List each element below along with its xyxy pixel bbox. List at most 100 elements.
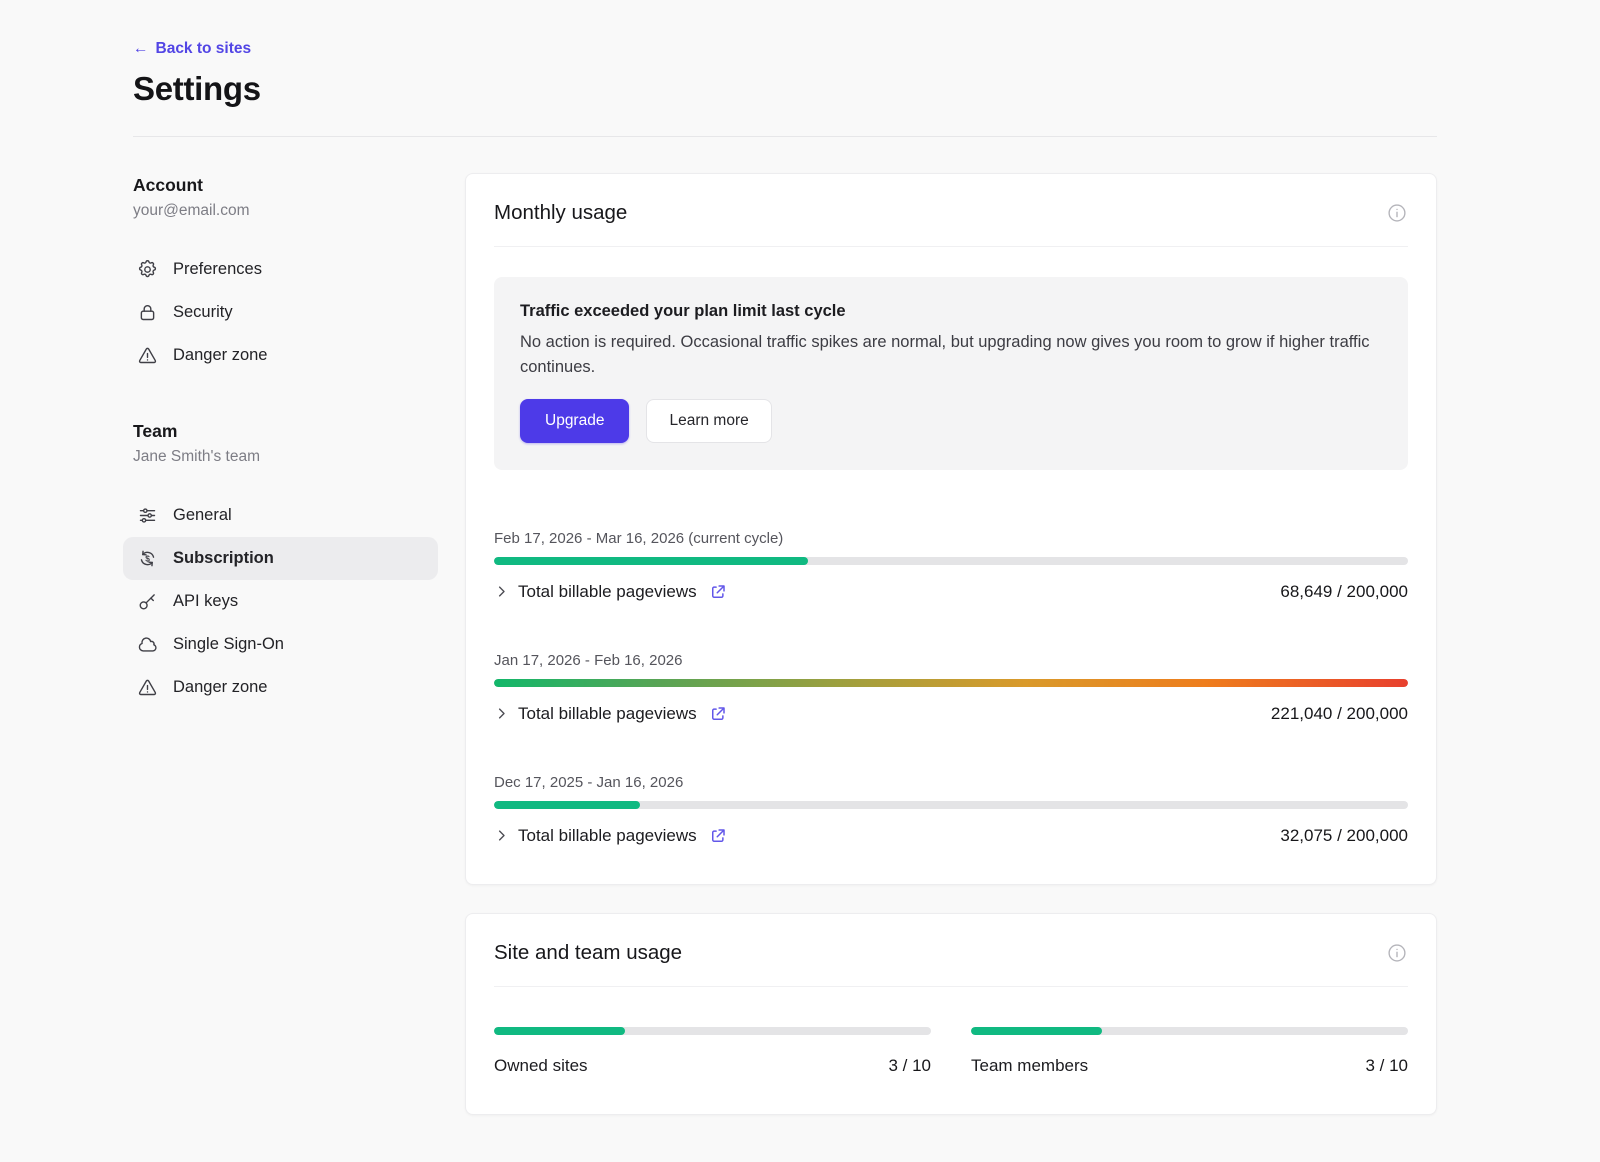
alert-title: Traffic exceeded your plan limit last cy… <box>520 302 1382 321</box>
usage-progress-fill <box>494 557 808 565</box>
cycle-expand-toggle[interactable]: Total billable pageviews <box>494 826 727 846</box>
chevron-right-icon <box>494 706 509 721</box>
cycle-usage-value: 68,649 / 200,000 <box>1280 582 1408 602</box>
page-title: Settings <box>133 70 1437 108</box>
cycle-period: Jan 17, 2026 - Feb 16, 2026 <box>494 652 1408 669</box>
external-link-icon[interactable] <box>709 583 727 601</box>
meter-track <box>494 1027 931 1035</box>
alert-actions: Upgrade Learn more <box>520 399 1382 443</box>
alert-body: No action is required. Occasional traffi… <box>520 330 1382 380</box>
sidebar-nav-item[interactable]: $ Subscription <box>123 537 438 580</box>
nav-item-icon <box>137 505 158 526</box>
chevron-right-icon <box>494 584 509 599</box>
usage-progress-fill <box>494 679 1408 687</box>
nav-item-icon <box>137 677 158 698</box>
meter-value: 3 / 10 <box>1365 1056 1408 1076</box>
back-link-label: Back to sites <box>156 40 252 58</box>
external-link-icon[interactable] <box>709 705 727 723</box>
site-team-usage-body: Owned sites 3 / 10 Team members 3 / 10 <box>494 986 1408 1114</box>
nav-item-label: Subscription <box>173 549 274 568</box>
account-nav: Preferences Security Danger zone <box>133 248 465 377</box>
account-email: your@email.com <box>133 202 465 220</box>
meter-row: Team members 3 / 10 <box>971 1056 1408 1076</box>
nav-item-icon <box>137 259 158 280</box>
monthly-usage-title: Monthly usage <box>494 201 627 225</box>
info-icon[interactable] <box>1386 942 1408 964</box>
cycle-usage-value: 32,075 / 200,000 <box>1280 826 1408 846</box>
svg-text:$: $ <box>145 553 150 563</box>
sidebar-nav-item[interactable]: Danger zone <box>123 334 438 377</box>
meter-label: Owned sites <box>494 1056 588 1076</box>
header-divider <box>133 136 1437 137</box>
sidebar-nav-item[interactable]: Danger zone <box>123 666 438 709</box>
usage-meter: Team members 3 / 10 <box>971 1017 1408 1076</box>
team-nav: General $ Subscription API keys Single S… <box>133 494 465 709</box>
monthly-usage-body: Traffic exceeded your plan limit last cy… <box>494 246 1408 884</box>
nav-item-icon: $ <box>137 548 158 569</box>
info-icon[interactable] <box>1386 202 1408 224</box>
cycle-expand-toggle[interactable]: Total billable pageviews <box>494 582 727 602</box>
nav-item-label: Preferences <box>173 260 262 279</box>
cycle-period: Feb 17, 2026 - Mar 16, 2026 (current cyc… <box>494 530 1408 547</box>
cycle-label: Total billable pageviews <box>518 582 697 602</box>
nav-item-icon <box>137 302 158 323</box>
meter-row: Owned sites 3 / 10 <box>494 1056 931 1076</box>
account-heading: Account <box>133 175 465 196</box>
cycle-label: Total billable pageviews <box>518 826 697 846</box>
upgrade-button[interactable]: Upgrade <box>520 399 629 443</box>
meter-fill <box>971 1027 1102 1035</box>
team-heading: Team <box>133 421 465 442</box>
meter-value: 3 / 10 <box>888 1056 931 1076</box>
meter-track <box>971 1027 1408 1035</box>
cycle-row: Total billable pageviews 221,040 / 200,0… <box>494 704 1408 724</box>
cycle-label: Total billable pageviews <box>518 704 697 724</box>
sidebar-nav-item[interactable]: Preferences <box>123 248 438 291</box>
nav-item-label: Single Sign-On <box>173 635 284 654</box>
nav-item-label: Security <box>173 303 233 322</box>
site-team-usage-header: Site and team usage <box>466 914 1436 986</box>
cycle-row: Total billable pageviews 68,649 / 200,00… <box>494 582 1408 602</box>
cycle-expand-toggle[interactable]: Total billable pageviews <box>494 704 727 724</box>
meter-fill <box>494 1027 625 1035</box>
cycle-usage-value: 221,040 / 200,000 <box>1271 704 1408 724</box>
nav-item-icon <box>137 591 158 612</box>
arrow-left-icon: ← <box>133 40 149 58</box>
sidebar-nav-item[interactable]: Single Sign-On <box>123 623 438 666</box>
nav-item-icon <box>137 345 158 366</box>
billing-cycles: Feb 17, 2026 - Mar 16, 2026 (current cyc… <box>494 530 1408 846</box>
main-column: Monthly usage Traffic exceeded your plan… <box>465 173 1437 1115</box>
usage-progress-track <box>494 801 1408 809</box>
nav-item-label: Danger zone <box>173 678 267 697</box>
back-to-sites-link[interactable]: ← Back to sites <box>133 40 251 58</box>
team-name: Jane Smith's team <box>133 448 465 466</box>
settings-sidebar: Account your@email.com Preferences Secur… <box>133 173 465 1115</box>
nav-item-label: Danger zone <box>173 346 267 365</box>
billing-cycle: Dec 17, 2025 - Jan 16, 2026 Total billab… <box>494 774 1408 846</box>
account-section: Account your@email.com Preferences Secur… <box>133 175 465 377</box>
billing-cycle: Jan 17, 2026 - Feb 16, 2026 Total billab… <box>494 652 1408 724</box>
external-link-icon[interactable] <box>709 827 727 845</box>
sidebar-nav-item[interactable]: API keys <box>123 580 438 623</box>
content-row: Account your@email.com Preferences Secur… <box>133 173 1437 1115</box>
team-section: Team Jane Smith's team General $ Subscri… <box>133 421 465 709</box>
nav-item-label: API keys <box>173 592 238 611</box>
settings-page: ← Back to sites Settings Account your@em… <box>0 0 1600 1162</box>
cycle-period: Dec 17, 2025 - Jan 16, 2026 <box>494 774 1408 791</box>
billing-cycle: Feb 17, 2026 - Mar 16, 2026 (current cyc… <box>494 530 1408 602</box>
meter-label: Team members <box>971 1056 1088 1076</box>
monthly-usage-card: Monthly usage Traffic exceeded your plan… <box>465 173 1437 885</box>
usage-progress-fill <box>494 801 640 809</box>
learn-more-button[interactable]: Learn more <box>646 399 771 443</box>
usage-progress-track <box>494 557 1408 565</box>
sidebar-nav-item[interactable]: Security <box>123 291 438 334</box>
chevron-right-icon <box>494 828 509 843</box>
monthly-usage-header: Monthly usage <box>466 174 1436 246</box>
usage-meter: Owned sites 3 / 10 <box>494 1017 931 1076</box>
sidebar-nav-item[interactable]: General <box>123 494 438 537</box>
cycle-row: Total billable pageviews 32,075 / 200,00… <box>494 826 1408 846</box>
site-team-usage-title: Site and team usage <box>494 941 682 965</box>
usage-progress-track <box>494 679 1408 687</box>
nav-item-icon <box>137 634 158 655</box>
usage-meters: Owned sites 3 / 10 Team members 3 / 10 <box>494 1017 1408 1076</box>
traffic-exceeded-alert: Traffic exceeded your plan limit last cy… <box>494 277 1408 470</box>
